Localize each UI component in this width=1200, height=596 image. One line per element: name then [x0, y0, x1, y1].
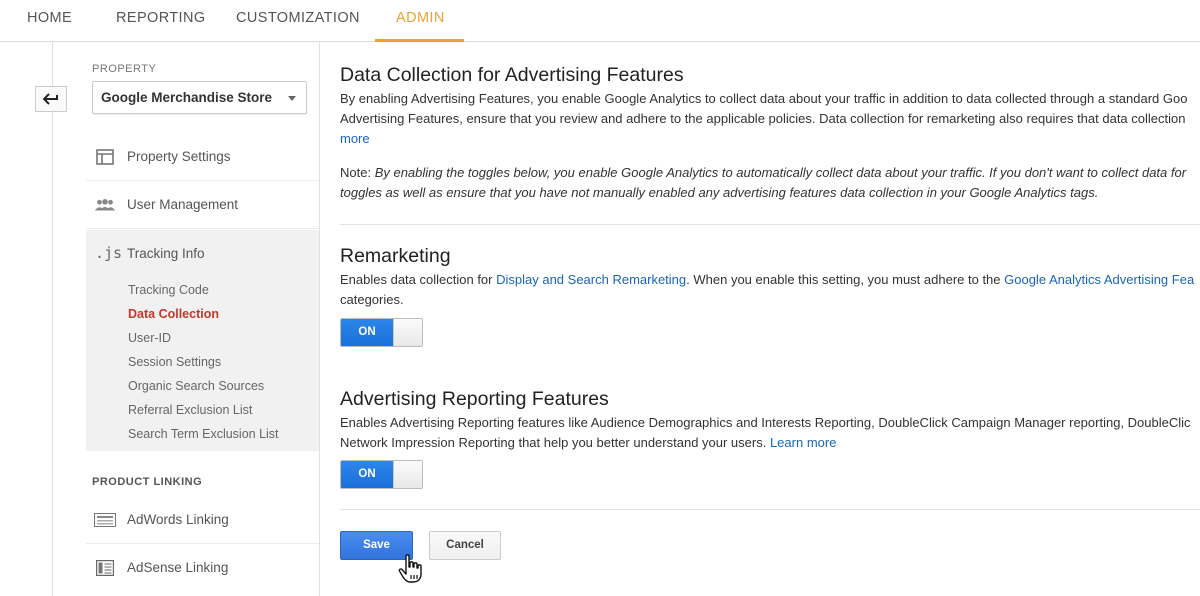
main-content: Data Collection for Advertising Features…: [340, 42, 1200, 596]
remarketing-text: Enables data collection for: [340, 272, 497, 287]
window-icon: [94, 148, 116, 166]
adwords-icon: [94, 511, 116, 529]
property-select[interactable]: Google Merchandise Store: [92, 81, 307, 114]
sub-item-search-term-exclusion-list[interactable]: Search Term Exclusion List: [128, 427, 279, 441]
note-line2: toggles as well as ensure that you have …: [340, 185, 1099, 200]
back-arrow-icon: [43, 93, 58, 105]
remarketing-desc-line2: categories.: [340, 292, 404, 307]
page-title: Data Collection for Advertising Features: [340, 64, 684, 86]
tab-reporting[interactable]: REPORTING: [116, 0, 206, 42]
property-label: PROPERTY: [92, 63, 157, 75]
adsense-icon: [94, 559, 116, 577]
tab-admin[interactable]: ADMIN: [396, 0, 445, 42]
sidebar-item-adwords-linking[interactable]: AdWords Linking: [86, 497, 319, 544]
sidebar-item-label: AdSense Linking: [127, 560, 229, 575]
advertising-desc-line2: Network Impression Reporting that help y…: [340, 435, 836, 450]
intro-text-line2: Advertising Features, ensure that you re…: [340, 111, 1186, 126]
advertising-policy-link[interactable]: Google Analytics Advertising Fea: [1004, 272, 1194, 287]
remarketing-link[interactable]: Display and Search Remarketing: [496, 272, 686, 287]
section-divider: [340, 224, 1200, 225]
sidebar-item-user-management[interactable]: User Management: [86, 182, 319, 229]
remarketing-title: Remarketing: [340, 245, 451, 267]
people-icon: [94, 196, 116, 214]
advertising-reporting-title: Advertising Reporting Features: [340, 388, 609, 410]
remarketing-desc-line1: Enables data collection for Display and …: [340, 272, 1194, 287]
toggle-on-label: ON: [341, 319, 393, 346]
js-icon: .js: [95, 244, 123, 262]
note-text: By enabling the toggles below, you enabl…: [374, 165, 1187, 180]
cancel-button[interactable]: Cancel: [429, 531, 501, 560]
toggle-knob: [393, 319, 422, 346]
admin-sidebar: PROPERTY Google Merchandise Store Proper…: [86, 42, 319, 596]
remarketing-toggle[interactable]: ON: [340, 318, 423, 347]
sub-item-session-settings[interactable]: Session Settings: [128, 355, 221, 369]
sidebar-item-label: User Management: [127, 197, 239, 212]
sub-item-organic-search-sources[interactable]: Organic Search Sources: [128, 379, 264, 393]
back-button[interactable]: [35, 86, 67, 112]
intro-more-link[interactable]: more: [340, 131, 370, 146]
learn-more-link[interactable]: Learn more: [770, 435, 836, 450]
tab-customization[interactable]: CUSTOMIZATION: [236, 0, 360, 42]
hand-cursor-icon: [398, 554, 422, 583]
note-line1: Note: By enabling the toggles below, you…: [340, 165, 1186, 180]
property-select-value: Google Merchandise Store: [101, 90, 273, 105]
chevron-down-icon: [288, 96, 296, 101]
top-nav: HOME REPORTING CUSTOMIZATION ADMIN: [0, 0, 1200, 42]
note-prefix: Note:: [340, 165, 375, 180]
sub-item-user-id[interactable]: User-ID: [128, 331, 171, 345]
sub-item-tracking-code[interactable]: Tracking Code: [128, 283, 209, 297]
advertising-reporting-toggle[interactable]: ON: [340, 460, 423, 489]
remarketing-text: . When you enable this setting, you must…: [686, 272, 1005, 287]
left-rail-divider: [52, 42, 53, 596]
sidebar-divider: [319, 42, 320, 596]
toggle-knob: [393, 461, 422, 488]
sidebar-item-label: Tracking Info: [127, 246, 205, 261]
tab-home[interactable]: HOME: [27, 0, 72, 42]
sub-item-data-collection[interactable]: Data Collection: [128, 307, 219, 321]
advertising-desc-text: Network Impression Reporting that help y…: [340, 435, 770, 450]
intro-text-line1: By enabling Advertising Features, you en…: [340, 91, 1188, 106]
advertising-desc-line1: Enables Advertising Reporting features l…: [340, 415, 1191, 430]
sidebar-item-property-settings[interactable]: Property Settings: [86, 134, 319, 181]
section-divider: [340, 509, 1200, 510]
sidebar-item-adsense-linking[interactable]: AdSense Linking: [86, 545, 319, 592]
sidebar-item-tracking-info[interactable]: .js Tracking Info Tracking Code Data Col…: [86, 230, 319, 451]
sidebar-item-label: AdWords Linking: [127, 512, 229, 527]
toggle-on-label: ON: [341, 461, 393, 488]
sub-item-referral-exclusion-list[interactable]: Referral Exclusion List: [128, 403, 252, 417]
sidebar-item-label: Property Settings: [127, 149, 231, 164]
product-linking-heading: PRODUCT LINKING: [92, 476, 203, 488]
